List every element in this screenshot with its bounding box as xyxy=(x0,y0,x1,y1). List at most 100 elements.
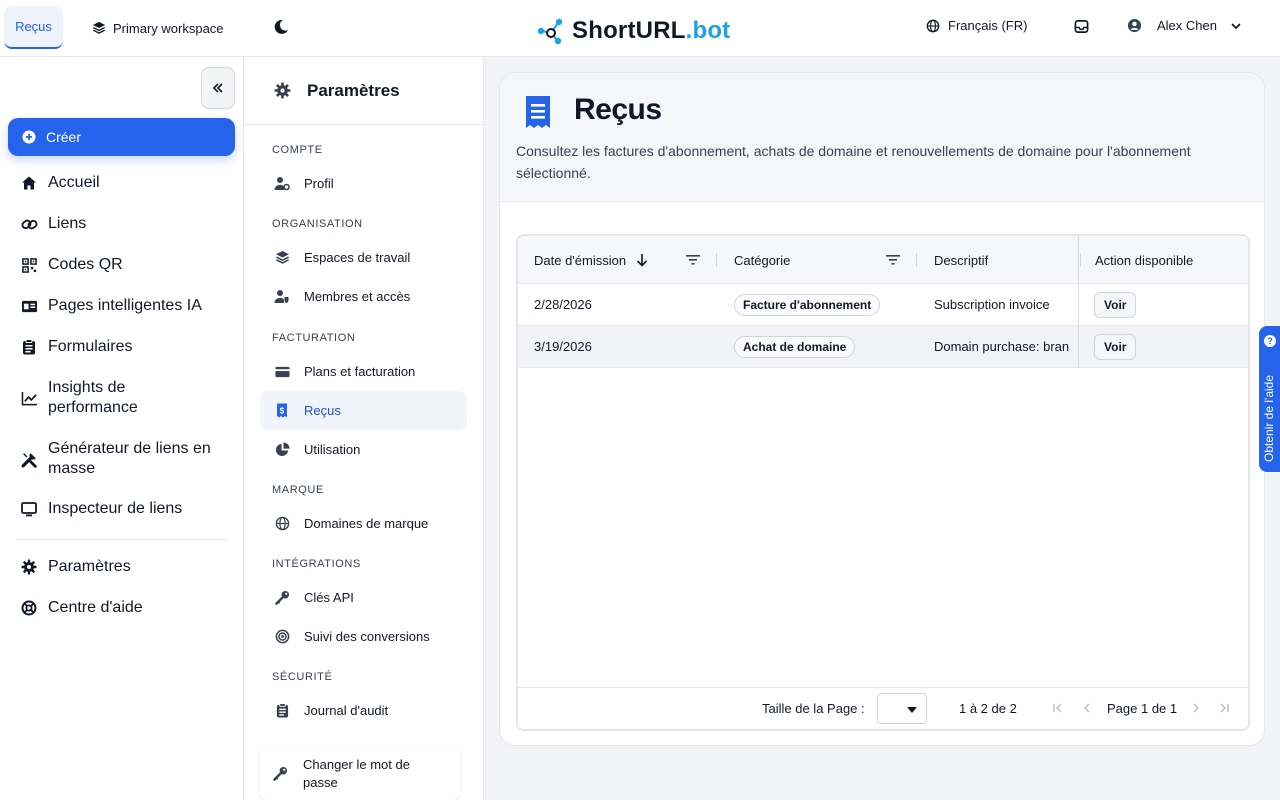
settings-item-espaces[interactable]: Espaces de travail xyxy=(260,238,467,277)
filter-icon[interactable] xyxy=(686,236,700,284)
chevron-down-icon xyxy=(1230,20,1242,32)
help-tab[interactable]: ? Obtenir de l'aide xyxy=(1259,326,1280,472)
sidebar-item-label: Liens xyxy=(48,215,87,232)
sidebar-item-liens[interactable]: Liens xyxy=(20,214,235,234)
table-row: 3/19/2026 Achat de domaine Domain purcha… xyxy=(518,326,1248,368)
section-facturation: FACTURATION xyxy=(272,332,356,344)
change-password-label: Changer le mot de passe xyxy=(303,756,410,792)
tools-icon xyxy=(20,449,38,469)
sidebar-item-formulaires[interactable]: Formulaires xyxy=(20,337,235,357)
settings-item-conversions[interactable]: Suivi des conversions xyxy=(260,617,467,656)
settings-item-journal[interactable]: Journal d'audit xyxy=(260,691,467,730)
sidebar-item-accueil[interactable]: Accueil xyxy=(20,173,235,193)
tab-recus[interactable]: Reçus xyxy=(4,6,63,49)
section-marque: MARQUE xyxy=(272,484,324,496)
settings-item-label: Suivi des conversions xyxy=(304,629,430,644)
logo[interactable]: ShortURL.bot xyxy=(536,15,730,47)
section-integrations: INTÉGRATIONS xyxy=(272,558,361,570)
settings-item-label: Utilisation xyxy=(304,442,361,457)
cell-category: Achat de domaine xyxy=(734,326,856,367)
column-separator[interactable] xyxy=(916,253,917,267)
settings-item-cles-api[interactable]: Clés API xyxy=(260,578,467,617)
column-header-description[interactable]: Descriptif xyxy=(934,236,988,284)
column-header-category[interactable]: Catégorie xyxy=(734,236,790,284)
settings-item-utilisation[interactable]: Utilisation xyxy=(260,430,467,469)
settings-item-label: Reçus xyxy=(304,403,341,418)
column-separator[interactable] xyxy=(1080,253,1081,267)
page-size-label: Taille de la Page : xyxy=(762,701,865,716)
cell-date: 3/19/2026 xyxy=(534,339,592,354)
key-icon xyxy=(274,590,290,606)
pagination-bar: Taille de la Page : 1 à 2 de 2 Page 1 de… xyxy=(518,687,1248,729)
settings-item-profil[interactable]: Profil xyxy=(260,164,467,203)
workspace-switcher[interactable]: Primary workspace xyxy=(92,18,224,38)
view-receipt-button[interactable]: Voir xyxy=(1094,333,1137,360)
category-chip: Facture d'abonnement xyxy=(734,293,881,316)
cell-description: Subscription invoice xyxy=(934,297,1050,312)
column-header-date[interactable]: Date d'émission xyxy=(534,236,648,284)
page-size-select[interactable] xyxy=(877,693,927,724)
column-header-action[interactable]: Action disponible xyxy=(1095,236,1193,284)
logo-text: ShortURL.bot xyxy=(572,17,730,45)
card-header: Reçus Consultez les factures d'abonnemen… xyxy=(500,73,1264,202)
settings-item-label: Journal d'audit xyxy=(304,703,389,718)
globe-icon xyxy=(274,516,290,532)
language-label: Français (FR) xyxy=(948,18,1028,33)
filter-icon[interactable] xyxy=(886,236,900,284)
sort-arrow-down-icon[interactable] xyxy=(636,253,648,267)
collapse-sidebar-button[interactable] xyxy=(201,67,235,109)
receipt-icon xyxy=(525,95,551,129)
monitor-icon xyxy=(20,499,38,519)
settings-item-label: Membres et accès xyxy=(304,289,411,304)
section-compte: COMPTE xyxy=(272,144,323,156)
cell-action: Voir xyxy=(1094,284,1137,325)
settings-panel: Paramètres COMPTE Profil ORGANISATION Es… xyxy=(244,57,484,800)
create-button[interactable]: Créer xyxy=(8,118,235,156)
inbox-icon[interactable] xyxy=(1074,19,1089,34)
gear-icon xyxy=(20,557,38,577)
caret-down-icon xyxy=(907,707,917,713)
sidebar-item-inspecteur[interactable]: Inspecteur de liens xyxy=(20,499,235,519)
plus-circle-icon xyxy=(22,130,36,144)
sidebar-item-generateur[interactable]: Générateur de liens en masse xyxy=(20,439,235,479)
first-page-icon[interactable] xyxy=(1050,700,1066,716)
sidebar-divider xyxy=(16,539,228,540)
settings-item-label: Clés API xyxy=(304,590,354,605)
user-menu[interactable]: Alex Chen xyxy=(1127,18,1242,33)
sidebar-item-insights[interactable]: Insights de performance xyxy=(20,378,235,418)
tab-label: Reçus xyxy=(15,19,52,34)
settings-item-recus[interactable]: $ Reçus xyxy=(260,391,467,430)
sidebar-item-codes-qr[interactable]: Codes QR xyxy=(20,255,235,275)
section-organisation: ORGANISATION xyxy=(272,218,363,230)
view-receipt-button[interactable]: Voir xyxy=(1094,291,1137,318)
change-password-button[interactable]: Changer le mot de passe xyxy=(260,747,460,800)
column-separator[interactable] xyxy=(716,253,717,267)
settings-item-plans[interactable]: Plans et facturation xyxy=(260,352,467,391)
settings-item-domaines[interactable]: Domaines de marque xyxy=(260,504,467,543)
sidebar-item-pages-intelligentes[interactable]: Pages intelligentes IA xyxy=(20,296,235,316)
target-icon xyxy=(274,629,290,645)
logo-main: ShortURL xyxy=(572,17,686,44)
last-page-icon[interactable] xyxy=(1216,700,1232,716)
sidebar-item-label: Générateur de liens en masse xyxy=(48,440,211,477)
theme-toggle-moon-icon[interactable] xyxy=(272,18,290,36)
globe-icon xyxy=(926,19,940,33)
sidebar-item-centre-aide[interactable]: Centre d'aide xyxy=(20,598,235,618)
lifebuoy-icon xyxy=(20,598,38,618)
change-password-line-1: Changer le mot de xyxy=(303,756,410,772)
language-selector[interactable]: Français (FR) xyxy=(926,18,1027,33)
settings-item-membres[interactable]: Membres et accès xyxy=(260,277,467,316)
cell-description: Domain purchase: bran xyxy=(934,339,1070,354)
cell-date: 2/28/2026 xyxy=(534,297,592,312)
next-page-icon[interactable] xyxy=(1188,700,1204,716)
sidebar-item-parametres[interactable]: Paramètres xyxy=(20,557,235,577)
sidebar-item-label: Centre d'aide xyxy=(48,599,143,616)
settings-item-label: Espaces de travail xyxy=(304,250,411,265)
layers-icon xyxy=(92,21,106,35)
settings-title: Paramètres xyxy=(307,80,400,100)
section-securite: SÉCURITÉ xyxy=(272,671,333,683)
cell-category: Facture d'abonnement xyxy=(734,284,881,325)
table-row: 2/28/2026 Facture d'abonnement Subscript… xyxy=(518,284,1248,326)
pinned-column-border xyxy=(1078,236,1079,368)
previous-page-icon[interactable] xyxy=(1079,700,1095,716)
